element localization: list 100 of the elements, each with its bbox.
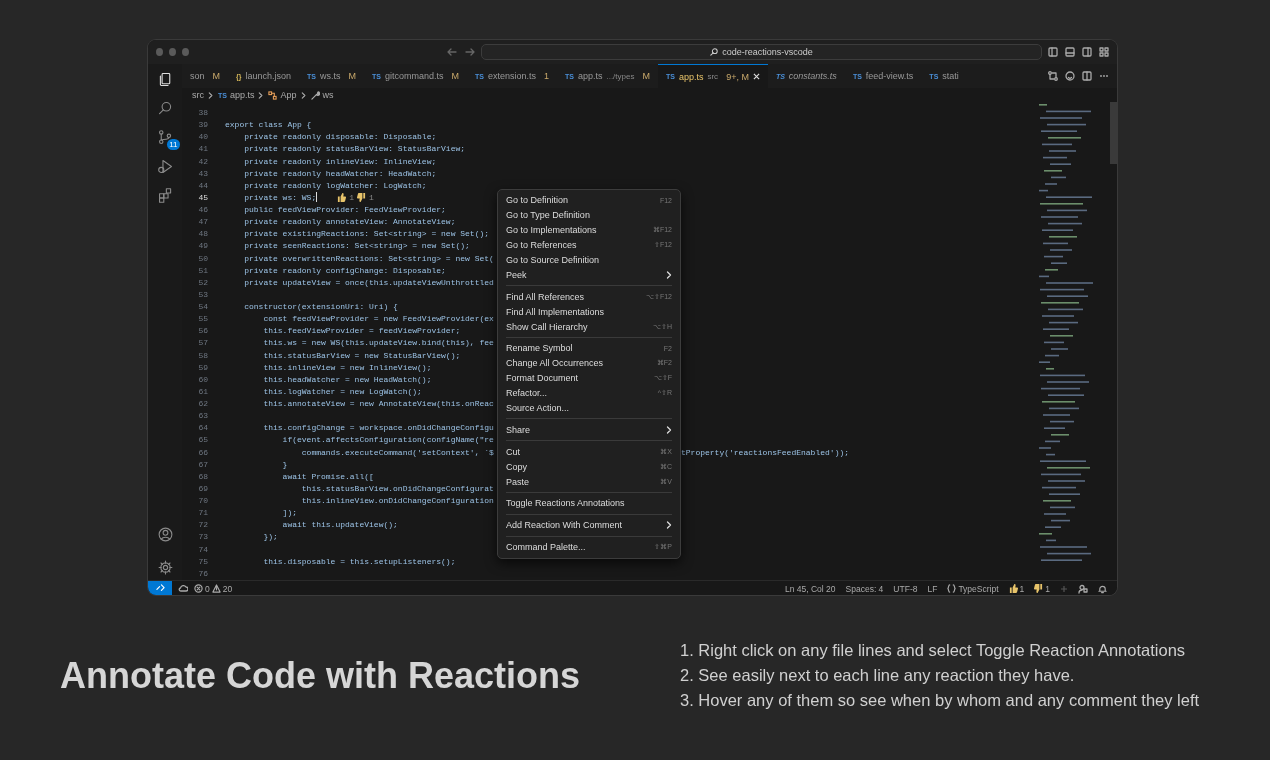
settings-icon[interactable] xyxy=(156,559,174,576)
line-number: 43 xyxy=(197,167,209,180)
command-center[interactable]: code-reactions-vscode xyxy=(480,44,1042,60)
code-line: await Promise.all([ xyxy=(281,470,374,483)
menu-item[interactable]: Add Reaction With Comment xyxy=(498,517,680,533)
language-mode[interactable]: TypeScript xyxy=(958,583,999,594)
panel-icon[interactable] xyxy=(1065,47,1075,57)
menu-item[interactable]: Toggle Reactions Annotations xyxy=(498,496,680,511)
line-number: 50 xyxy=(197,252,209,265)
error-count[interactable]: 0 xyxy=(205,583,210,594)
line-number: 56 xyxy=(197,325,209,338)
menu-item[interactable]: Find All Implementations xyxy=(498,304,680,320)
chevron-icon xyxy=(258,91,265,99)
menu-item[interactable]: Share xyxy=(498,422,680,438)
code-line: ]); xyxy=(281,507,297,520)
breadcrumb-item[interactable]: App xyxy=(268,90,297,100)
blocks-icon[interactable] xyxy=(156,187,174,204)
line-number: 46 xyxy=(197,204,209,216)
code-line: private readonly disposable: Disposable; xyxy=(243,131,437,144)
cloud-icon[interactable] xyxy=(178,584,188,593)
menu-item[interactable]: Go to Type Definition xyxy=(498,207,680,223)
breadcrumb-item[interactable]: src xyxy=(192,90,204,100)
line-number: 52 xyxy=(197,276,209,289)
code-line: this.headWatcher = new HeadWatch(); xyxy=(262,373,432,386)
close-icon[interactable] xyxy=(752,73,760,80)
line-number: 55 xyxy=(197,313,209,326)
code-line: private readonly inlineView: InlineView; xyxy=(243,155,437,168)
code-line: commands.executeCommand('setContext', `$ xyxy=(300,446,494,459)
menu-item[interactable]: Source Action... xyxy=(498,400,680,416)
menu-item[interactable]: Go to Source Definition xyxy=(498,252,680,268)
grid-icon[interactable] xyxy=(1099,47,1109,57)
cursor-position[interactable]: Ln 45, Col 20 xyxy=(784,583,836,594)
window-dot[interactable] xyxy=(156,48,163,56)
line-number: 54 xyxy=(197,301,209,313)
chevron-icon xyxy=(666,425,672,434)
reaction-count[interactable]: 1 xyxy=(1019,583,1025,594)
line-number: 62 xyxy=(197,398,209,410)
reaction-count[interactable]: 1 xyxy=(1045,583,1050,594)
line-number: 51 xyxy=(197,264,209,277)
line-number: 59 xyxy=(197,361,209,374)
heading: Annotate Code with Reactions xyxy=(60,654,582,697)
warning-count[interactable]: 20 xyxy=(222,583,233,594)
line-number: 60 xyxy=(197,373,209,386)
reaction-count: 1 xyxy=(349,191,355,204)
encoding[interactable]: UTF-8 xyxy=(893,583,918,594)
compare-icon[interactable] xyxy=(1048,71,1058,81)
text-cursor xyxy=(316,191,318,202)
code-line: this.annotateView = new AnnotateView(this.onReac xyxy=(262,398,494,410)
window-dot[interactable] xyxy=(168,48,176,56)
code-line: await this.updateView(); xyxy=(281,519,398,532)
line-ending[interactable]: LF xyxy=(927,583,938,594)
line-number: 64 xyxy=(197,422,209,435)
indentation[interactable]: Spaces: 4 xyxy=(845,583,884,594)
search-icon xyxy=(710,48,719,56)
window-dot[interactable] xyxy=(181,48,189,56)
thumbs-down-icon xyxy=(357,193,367,203)
code-line: public feedViewProvider: FeedViewProvider; xyxy=(243,204,446,216)
reaction-icon[interactable] xyxy=(1065,71,1075,81)
code-line: } xyxy=(281,458,288,471)
workspace-name: code-reactions-vscode xyxy=(722,47,813,57)
code-line: if(event.affectsConfiguration(configName("re xyxy=(281,434,494,447)
line-number: 76 xyxy=(197,567,209,580)
editor-tab[interactable]: son M xyxy=(182,64,228,88)
code-line: }); xyxy=(262,531,278,544)
thumbs-up-icon xyxy=(337,193,347,203)
search-icon[interactable] xyxy=(156,100,174,117)
forward-icon[interactable] xyxy=(464,47,475,57)
back-icon[interactable] xyxy=(446,47,457,57)
line-number: 44 xyxy=(197,179,209,192)
line-number: 65 xyxy=(197,434,209,447)
line-number: 40 xyxy=(197,131,209,144)
code-line: const feedViewProvider = new FeedViewProvider(ex xyxy=(262,313,494,326)
bell-icon[interactable] xyxy=(1098,583,1107,594)
chevron-icon xyxy=(666,521,672,530)
sidebar-icon[interactable] xyxy=(1082,47,1092,57)
scrollbar-thumb[interactable] xyxy=(1110,102,1117,164)
line-number: 74 xyxy=(197,543,209,556)
code-line: private readonly headWatcher: HeadWatch; xyxy=(243,167,437,180)
code-line: this.feedViewProvider = feedViewProvider; xyxy=(262,325,461,338)
thumbs-up-icon xyxy=(1008,584,1018,593)
feedback-icon[interactable] xyxy=(1078,583,1088,594)
layout-icon[interactable] xyxy=(1048,47,1058,57)
split-editor-icon[interactable] xyxy=(1082,71,1092,81)
remote-button[interactable] xyxy=(148,581,172,595)
code-line: private readonly configChange: Disposable; xyxy=(243,264,446,277)
line-number: 72 xyxy=(197,519,209,532)
line-number: 73 xyxy=(197,531,209,544)
line-number: 71 xyxy=(197,507,209,520)
play-bug-icon[interactable] xyxy=(156,158,174,175)
code-line: private existingReactions: Set<string> = new Set(); xyxy=(243,228,490,241)
code-line: this.ws = new WS(this.updateView.bind(this), fee xyxy=(262,337,494,350)
warning-icon xyxy=(211,584,221,593)
code-line: tProperty('reactionsFeedEnabled')); xyxy=(681,446,850,459)
account-icon[interactable] xyxy=(156,526,174,543)
code-line: this.statusBarView.onDidChangeConfigurat xyxy=(300,482,494,495)
step-text: 2. See easily next to each line any reaction they have. xyxy=(680,666,1076,685)
line-number: 67 xyxy=(197,458,209,471)
menu-item[interactable]: Peek xyxy=(498,267,680,283)
breadcrumb-item[interactable]: ws xyxy=(310,90,334,100)
line-number: 39 xyxy=(197,119,209,132)
